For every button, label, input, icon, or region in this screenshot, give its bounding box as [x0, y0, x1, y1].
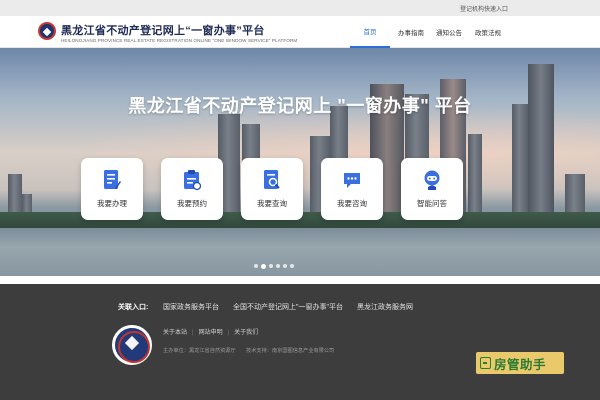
link-separator: |	[192, 330, 194, 336]
footer-meta: 主办单位：黑龙江省自然资源厅 技术支持：南京国图信息产业有限公司	[163, 348, 335, 354]
about-us-link[interactable]: 关于我们	[234, 330, 258, 336]
banner-building	[468, 134, 482, 214]
robot-icon	[424, 170, 440, 190]
banner-building	[22, 194, 32, 214]
quick-entry-link[interactable]: 登记机构快速入口	[460, 4, 508, 13]
housing-assistant-badge[interactable]: 房管助手	[476, 352, 564, 374]
card-query-label: 我要查询	[257, 199, 287, 208]
site-statement-link[interactable]: 网站申明	[199, 330, 223, 336]
footer-seal-logo-icon	[112, 325, 152, 365]
banner-building	[528, 64, 554, 214]
site-title[interactable]: 黑龙江省不动产登记网上“一窗办事”平台	[61, 22, 265, 38]
site-footer: 关联入口: 国家政务服务平台 全国不动产登记网上"一窗办事"平台 黑龙江政务服务…	[0, 284, 600, 400]
carousel-dot[interactable]	[276, 264, 280, 268]
chat-bubble-icon	[344, 173, 360, 188]
banner-building	[8, 174, 22, 214]
card-query[interactable]: 我要查询	[241, 158, 303, 220]
carousel-indicators	[254, 264, 294, 270]
related-links-title: 关联入口:	[118, 304, 149, 311]
link-national-gov-platform[interactable]: 国家政务服务平台	[163, 302, 219, 312]
card-smart-qa[interactable]: 智能问答	[401, 158, 463, 220]
link-separator: |	[227, 330, 230, 336]
hero-banner: 黑龙江省不动产登记网上 "一窗办事" 平台 我要办理 我要预约 我要查询 我要咨…	[0, 48, 600, 276]
calendar-clipboard-icon	[184, 170, 201, 191]
badge-text: 房管助手	[494, 357, 547, 372]
carousel-dot[interactable]	[269, 264, 273, 268]
link-national-realestate-platform[interactable]: 全国不动产登记网上"一窗办事"平台	[233, 302, 343, 312]
card-consult[interactable]: 我要咨询	[321, 158, 383, 220]
carousel-dot[interactable]	[283, 264, 287, 268]
site-header: 黑龙江省不动产登记网上“一窗办事”平台 HEILONGJIANG PROVINC…	[0, 16, 600, 48]
about-site-link[interactable]: 关于本站	[163, 330, 187, 336]
nav-notice[interactable]: 通知公告	[430, 16, 468, 48]
card-apply[interactable]: 我要办理	[81, 158, 143, 220]
logo-emblem-icon[interactable]	[38, 22, 56, 40]
banner-building	[565, 174, 585, 214]
site-subtitle: HEILONGJIANG PROVINCE REAL ESTATE REGIST…	[61, 38, 298, 43]
related-links-row: 关联入口: 国家政务服务平台 全国不动产登记网上"一窗办事"平台 黑龙江政务服务…	[0, 302, 600, 314]
banner-title: 黑龙江省不动产登记网上 "一窗办事" 平台	[128, 96, 472, 116]
link-heilongjiang-gov-service[interactable]: 黑龙江政务服务网	[357, 302, 413, 312]
assistant-icon	[480, 357, 491, 369]
card-appointment[interactable]: 我要预约	[161, 158, 223, 220]
carousel-dot[interactable]	[254, 264, 258, 268]
card-consult-label: 我要咨询	[337, 199, 367, 208]
carousel-dot[interactable]	[290, 264, 294, 268]
document-edit-icon	[104, 170, 121, 189]
top-utility-bar: 登记机构快速入口	[0, 0, 600, 16]
carousel-dot-active[interactable]	[261, 264, 266, 269]
card-apply-label: 我要办理	[97, 199, 127, 208]
document-search-icon	[264, 170, 280, 189]
nav-guide[interactable]: 办事指南	[393, 16, 429, 48]
card-smart-qa-label: 智能问答	[417, 199, 447, 208]
nav-policy[interactable]: 政策法规	[470, 16, 506, 48]
banner-water	[0, 228, 600, 276]
nav-home[interactable]: 首页	[350, 16, 390, 48]
banner-building	[512, 104, 528, 214]
card-appointment-label: 我要预约	[177, 199, 207, 208]
footer-bottom-links: 关于本站 | 网站申明 | 关于我们	[163, 327, 258, 336]
